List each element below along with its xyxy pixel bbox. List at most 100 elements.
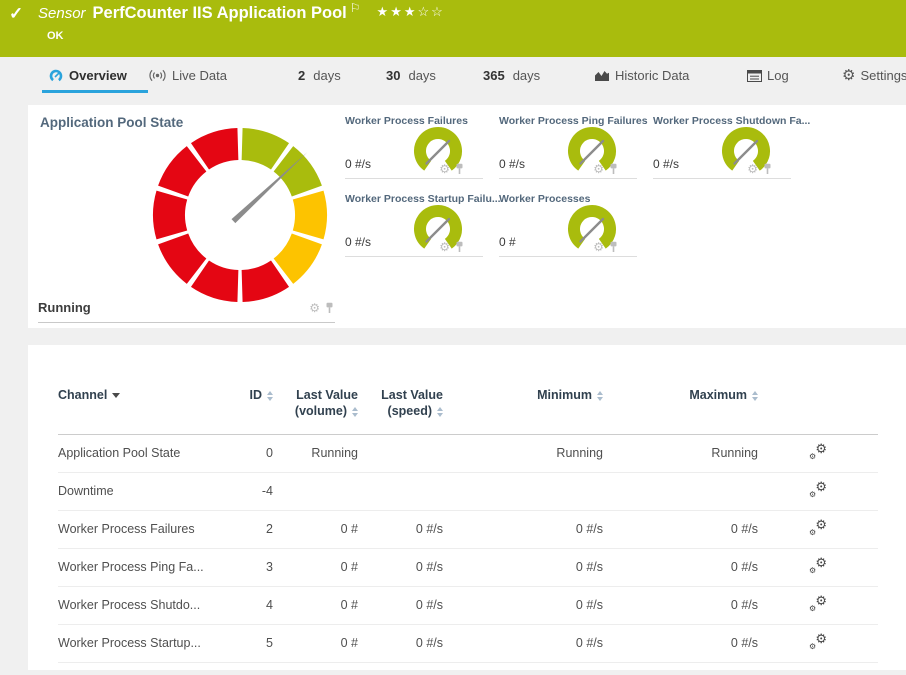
main-gauge-footer: Running ⚙: [38, 300, 335, 323]
col-header-last-value-speed[interactable]: Last Value (speed): [358, 345, 443, 434]
table-row[interactable]: Worker Process Ping Fa...30 #0 #/s0 #/s0…: [58, 548, 878, 586]
table-row[interactable]: Worker Process Shutdo...40 #0 #/s0 #/s0 …: [58, 586, 878, 624]
cell-actions: ⚙⚙: [758, 472, 878, 510]
main-gauge-status: Running: [38, 300, 91, 315]
gauges-panel: Application Pool State Running ⚙ Worker …: [28, 105, 906, 328]
cell-last_speed: 0 #/s: [358, 624, 443, 662]
mini-gauge-value: 0 #/s: [345, 157, 371, 171]
pin-icon[interactable]: [762, 163, 773, 175]
tab-2-days-num: 2: [298, 68, 305, 83]
tab-historic-data[interactable]: Historic Data: [594, 68, 689, 83]
table-header-row: Channel ID Last Value (volume) Last Valu…: [58, 345, 878, 434]
channel-settings-icon[interactable]: ⚙⚙: [809, 482, 827, 498]
gauge-settings-gear-icon[interactable]: ⚙: [439, 241, 450, 253]
rating-stars[interactable]: ★★★☆☆: [377, 4, 445, 20]
cell-last_volume: 0 #: [273, 624, 358, 662]
col-header-last-value-volume[interactable]: Last Value (volume): [273, 345, 358, 434]
col-header-id[interactable]: ID: [233, 345, 273, 434]
tab-log[interactable]: Log: [747, 68, 789, 83]
pin-icon[interactable]: [454, 241, 465, 253]
cell-minimum: 0 #/s: [443, 586, 603, 624]
cell-minimum: [443, 472, 603, 510]
cell-actions: ⚙⚙: [758, 510, 878, 548]
tab-overview[interactable]: Overview: [48, 68, 127, 83]
col-header-channel[interactable]: Channel: [58, 345, 233, 434]
pin-icon[interactable]: [608, 241, 619, 253]
broadcast-icon: [148, 69, 167, 82]
cell-id: 3: [233, 548, 273, 586]
cell-id: 4: [233, 586, 273, 624]
channel-settings-icon[interactable]: ⚙⚙: [809, 520, 827, 536]
mini-gauge-value: 0 #/s: [653, 157, 679, 171]
cell-maximum: [603, 472, 758, 510]
mini-gauge-value: 0 #/s: [499, 157, 525, 171]
cell-minimum: 0 #/s: [443, 510, 603, 548]
cell-id: -4: [233, 472, 273, 510]
cell-last_volume: 0 #: [273, 586, 358, 624]
gauge-settings-gear-icon[interactable]: ⚙: [439, 163, 450, 175]
area-chart-icon: [594, 69, 610, 82]
cell-maximum: 0 #/s: [603, 624, 758, 662]
cell-last_volume: 0 #: [273, 510, 358, 548]
gear-icon: ⚙: [842, 68, 855, 83]
tab-30-days-label: days: [408, 68, 435, 83]
active-tab-underline: [42, 90, 148, 93]
pin-icon[interactable]: [324, 302, 335, 314]
gauge-settings-gear-icon[interactable]: ⚙: [309, 302, 320, 314]
table-row[interactable]: Downtime-4⚙⚙: [58, 472, 878, 510]
prtg-sensor-page: ✓ Sensor PerfCounter IIS Application Poo…: [0, 0, 906, 675]
tab-365-days[interactable]: 365 days: [483, 68, 540, 83]
tab-historic-data-label: Historic Data: [615, 68, 689, 83]
mini-gauge-grid: Worker Process Failures 0 #/s ⚙ Worker P…: [345, 115, 807, 257]
cell-maximum: 0 #/s: [603, 548, 758, 586]
cell-channel: Worker Process Ping Fa...: [58, 548, 233, 586]
col-header-maximum[interactable]: Maximum: [603, 345, 758, 434]
cell-last_speed: [358, 434, 443, 472]
tab-2-days[interactable]: 2 days: [298, 68, 341, 83]
tab-365-days-num: 365: [483, 68, 505, 83]
channel-settings-icon[interactable]: ⚙⚙: [809, 444, 827, 460]
channel-settings-icon[interactable]: ⚙⚙: [809, 558, 827, 574]
tab-live-data-label: Live Data: [172, 68, 227, 83]
tab-365-days-label: days: [513, 68, 540, 83]
gauge-settings-gear-icon[interactable]: ⚙: [593, 163, 604, 175]
tab-30-days[interactable]: 30 days: [386, 68, 436, 83]
cell-last_speed: 0 #/s: [358, 548, 443, 586]
mini-gauge-cell: Worker Process Failures 0 #/s ⚙: [345, 115, 483, 179]
tab-log-label: Log: [767, 68, 789, 83]
application-pool-state-gauge: [150, 125, 330, 305]
channel-settings-icon[interactable]: ⚙⚙: [809, 596, 827, 612]
priority-flag-icon[interactable]: ⚐: [350, 1, 361, 15]
tab-settings[interactable]: ⚙ Settings: [842, 68, 906, 83]
table-row[interactable]: Worker Process Failures20 #0 #/s0 #/s0 #…: [58, 510, 878, 548]
pin-icon[interactable]: [608, 163, 619, 175]
tab-bar: Overview Live Data 2 days 30 days 365 da…: [0, 57, 906, 95]
pin-icon[interactable]: [454, 163, 465, 175]
cell-channel: Worker Process Failures: [58, 510, 233, 548]
cell-last_speed: 0 #/s: [358, 510, 443, 548]
cell-channel: Worker Process Startup...: [58, 624, 233, 662]
col-header-minimum[interactable]: Minimum: [443, 345, 603, 434]
sensor-title: PerfCounter IIS Application Pool: [93, 4, 347, 23]
cell-last_volume: [273, 472, 358, 510]
col-header-actions: [758, 345, 878, 434]
gauge-settings-gear-icon[interactable]: ⚙: [593, 241, 604, 253]
sort-both-icon: [597, 391, 603, 401]
page-bottom-strip: [0, 670, 906, 675]
gauge-settings-gear-icon[interactable]: ⚙: [747, 163, 758, 175]
gauge-segment-yellow: [293, 191, 327, 240]
channel-settings-icon[interactable]: ⚙⚙: [809, 634, 827, 650]
tab-30-days-num: 30: [386, 68, 400, 83]
mini-gauge-cell: Worker Process Shutdown Fa... 0 #/s ⚙: [653, 115, 791, 179]
cell-minimum: 0 #/s: [443, 624, 603, 662]
cell-minimum: 0 #/s: [443, 548, 603, 586]
sort-both-icon: [752, 391, 758, 401]
cell-last_volume: 0 #: [273, 548, 358, 586]
sensor-status-text: OK: [47, 30, 64, 42]
cell-last_volume: Running: [273, 434, 358, 472]
channels-table: Channel ID Last Value (volume) Last Valu…: [58, 345, 878, 675]
table-row[interactable]: Worker Process Startup...50 #0 #/s0 #/s0…: [58, 624, 878, 662]
table-row[interactable]: Application Pool State0RunningRunningRun…: [58, 434, 878, 472]
log-list-icon: [747, 70, 762, 82]
tab-live-data[interactable]: Live Data: [148, 68, 227, 83]
